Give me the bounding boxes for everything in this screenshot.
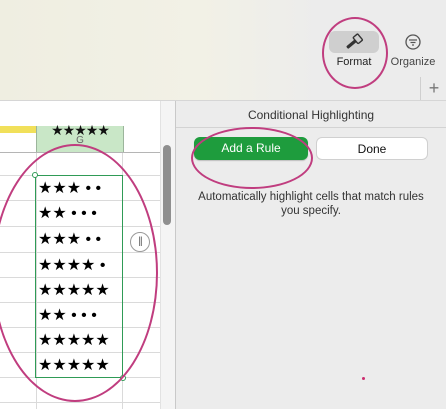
filter-icon (405, 34, 421, 50)
panel-description: Automatically highlight cells that match… (198, 191, 424, 217)
header-divider (0, 152, 160, 153)
column-letter: G (76, 135, 84, 146)
cell-selection[interactable] (35, 175, 123, 378)
selection-handle-bottom-right[interactable] (120, 375, 126, 381)
add-sheet-button[interactable]: + (420, 77, 446, 100)
format-button[interactable]: Format (326, 30, 382, 74)
panel-title-divider (176, 127, 446, 128)
format-label: Format (336, 56, 372, 68)
panel-title: Conditional Highlighting (247, 108, 375, 122)
format-sidebar: Conditional Highlighting Add a Rule Done… (176, 101, 446, 409)
annotation-dot (362, 377, 365, 380)
toolbar: Format Organize + (0, 0, 446, 100)
row-gridline (0, 402, 160, 403)
paintbrush-icon (346, 33, 363, 49)
column-header-fill (0, 126, 36, 133)
spreadsheet-area[interactable]: ★★★★★ G ★★★ • • ★★ • • • ★★★ • • ★★★★ • … (0, 101, 175, 409)
pause-icon[interactable]: || (130, 232, 150, 252)
organize-button[interactable]: Organize (384, 30, 442, 74)
column-header-g[interactable]: ★★★★★ G (36, 122, 124, 152)
scrollbar-thumb[interactable] (163, 145, 171, 225)
done-button[interactable]: Done (316, 137, 428, 160)
add-rule-button[interactable]: Add a Rule (194, 137, 308, 160)
selection-handle-top-left[interactable] (32, 172, 38, 178)
organize-label: Organize (390, 56, 436, 68)
